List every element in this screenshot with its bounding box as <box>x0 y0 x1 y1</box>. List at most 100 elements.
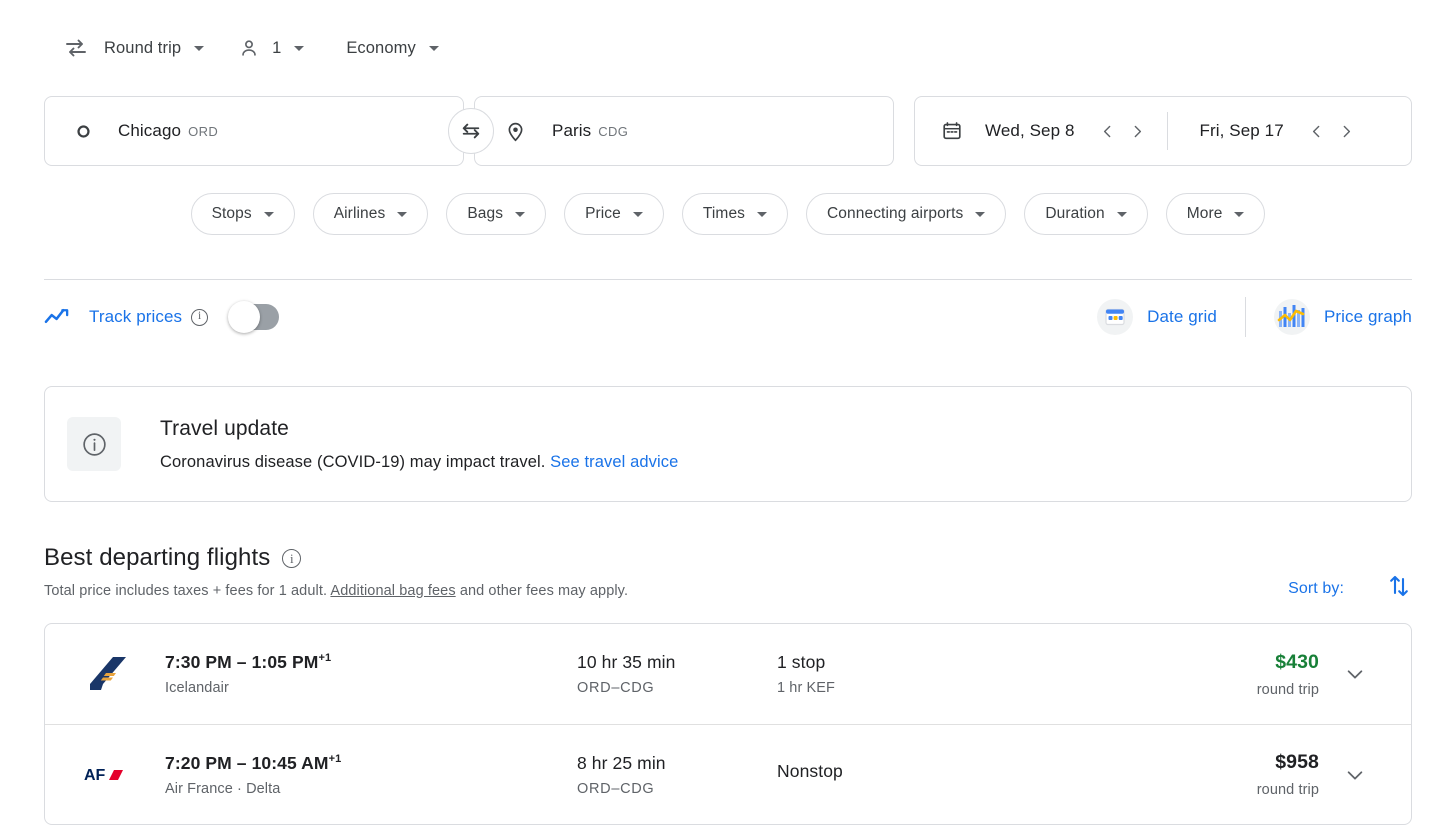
date-grid-button[interactable]: Date grid <box>1097 299 1217 335</box>
circle-origin-icon <box>75 123 92 140</box>
sort-by-label: Sort by: <box>1288 579 1344 597</box>
subtitle-prefix: Total price includes taxes + fees for 1 … <box>44 583 328 599</box>
filter-chip-more[interactable]: More <box>1165 193 1266 235</box>
places-group: Chicago ORD Paris CDG <box>44 96 894 166</box>
chevron-down-icon <box>757 211 768 217</box>
air-france-logo: AF <box>81 763 137 787</box>
trip-type-selector[interactable]: Round trip <box>56 29 212 67</box>
trip-options-bar: Round trip 1 Economy <box>44 0 1412 96</box>
depart-date-nav <box>1093 116 1153 146</box>
flight-stops-column: 1 stop 1 hr KEF <box>777 652 1179 696</box>
info-icon[interactable]: i <box>282 548 302 568</box>
flight-stops: Nonstop <box>777 760 843 781</box>
filter-chips: Stops Airlines Bags Price Times Connecti… <box>44 193 1412 235</box>
depart-date-field[interactable]: Wed, Sep 8 <box>915 97 1159 165</box>
price-graph-button[interactable]: Price graph <box>1273 299 1412 335</box>
return-date-nav <box>1302 116 1362 146</box>
chevron-down-icon <box>975 211 986 217</box>
filter-chip-bags[interactable]: Bags <box>446 193 547 235</box>
additional-bag-fees-link[interactable]: Additional bag fees <box>330 583 455 599</box>
see-travel-advice-link[interactable]: See travel advice <box>550 453 678 471</box>
best-departing-heading-group: Best departing flights i Total price inc… <box>44 544 628 599</box>
chip-label: Airlines <box>333 205 386 222</box>
flight-price-column: $430 round trip <box>1179 651 1319 698</box>
flight-duration: 10 hr 35 min <box>577 652 676 672</box>
return-date-field[interactable]: Fri, Sep 17 <box>1172 97 1368 165</box>
day-offset: +1 <box>318 652 332 665</box>
icelandair-logo <box>81 654 137 694</box>
flight-route: ORD–CDG <box>577 780 655 797</box>
passengers-selector[interactable]: 1 <box>230 29 312 67</box>
info-outline-icon <box>67 417 121 471</box>
chip-label: Price <box>585 205 621 222</box>
trip-type-label: Round trip <box>104 38 182 57</box>
toggle-knob <box>228 301 261 333</box>
chip-label: Stops <box>211 205 252 222</box>
best-departing-title: Best departing flights <box>44 544 271 571</box>
day-offset: +1 <box>328 752 342 765</box>
price-graph-icon <box>1273 299 1310 335</box>
swap-horizontal-icon <box>64 36 88 60</box>
flight-price-note: round trip <box>1256 782 1319 798</box>
flight-time-column: 7:20 PM – 10:45 AM+1 Air France · Delta <box>137 753 577 797</box>
track-prices-group: Track prices i <box>44 301 280 333</box>
cabin-class-selector[interactable]: Economy <box>338 29 446 67</box>
destination-code: CDG <box>598 123 629 139</box>
swap-arrows-icon <box>460 120 482 142</box>
page-title: Best departing flights i <box>44 544 628 572</box>
destination-input[interactable]: Paris CDG <box>474 96 894 166</box>
cabin-class-label: Economy <box>346 38 416 57</box>
flight-price: $430 <box>1275 650 1319 673</box>
best-departing-subtitle: Total price includes taxes + fees for 1 … <box>44 583 628 599</box>
filter-chip-airlines[interactable]: Airlines <box>312 193 429 235</box>
svg-text:AF: AF <box>84 767 106 784</box>
filter-chip-duration[interactable]: Duration <box>1024 193 1148 235</box>
flight-times: 7:30 PM – 1:05 PM+1 <box>165 652 577 673</box>
track-prices-toggle[interactable] <box>228 301 280 333</box>
origin-code: ORD <box>188 123 219 139</box>
trend-line-icon <box>44 307 71 327</box>
return-prev-day-button[interactable] <box>1302 116 1332 146</box>
origin-input[interactable]: Chicago ORD <box>44 96 464 166</box>
sort-by-button[interactable]: Sort by: <box>1288 572 1412 605</box>
passenger-count: 1 <box>272 38 282 57</box>
airline-name: Air France · Delta <box>165 780 281 797</box>
flight-times: 7:20 PM – 10:45 AM+1 <box>165 753 577 774</box>
expand-flight-button[interactable] <box>1319 764 1391 786</box>
chevron-down-icon <box>1116 211 1127 217</box>
swap-airports-button[interactable] <box>448 108 494 154</box>
travel-update-message: Coronavirus disease (COVID-19) may impac… <box>160 452 546 471</box>
expand-flight-button[interactable] <box>1319 663 1391 685</box>
chip-label: Times <box>702 205 746 222</box>
return-date-value: Fri, Sep 17 <box>1199 121 1284 140</box>
date-grid-icon <box>1097 299 1134 335</box>
calendar-icon <box>941 120 963 142</box>
chevron-down-icon <box>294 45 305 51</box>
filter-chip-price[interactable]: Price <box>564 193 664 235</box>
depart-next-day-button[interactable] <box>1123 116 1153 146</box>
info-icon[interactable]: i <box>191 308 209 326</box>
price-graph-label: Price graph <box>1323 307 1412 326</box>
tools-row: Track prices i Date grid Price graph <box>44 280 1412 354</box>
table-row[interactable]: AF 7:20 PM – 10:45 AM+1 Air France · Del… <box>45 724 1411 824</box>
airline-name: Icelandair <box>165 680 229 696</box>
filter-chip-stops[interactable]: Stops <box>190 193 295 235</box>
chevron-down-icon <box>397 211 408 217</box>
chip-label: Duration <box>1045 205 1105 222</box>
depart-prev-day-button[interactable] <box>1093 116 1123 146</box>
track-prices-label: Track prices <box>89 307 183 326</box>
view-tools: Date grid Price graph <box>1097 297 1412 337</box>
chevron-down-icon <box>632 211 643 217</box>
flight-price: $958 <box>1275 751 1319 773</box>
table-row[interactable]: 7:30 PM – 1:05 PM+1 Icelandair 10 hr 35 … <box>45 624 1411 724</box>
chip-label: More <box>1186 205 1223 222</box>
flight-duration: 8 hr 25 min <box>577 752 666 773</box>
filter-chip-connecting-airports[interactable]: Connecting airports <box>806 193 1007 235</box>
origin-city: Chicago <box>118 121 182 140</box>
flight-duration-column: 8 hr 25 min ORD–CDG <box>577 753 777 797</box>
return-next-day-button[interactable] <box>1332 116 1362 146</box>
depart-date-value: Wed, Sep 8 <box>985 121 1075 140</box>
flight-stops-column: Nonstop <box>777 761 1179 789</box>
filter-chip-times[interactable]: Times <box>681 193 789 235</box>
chevron-down-icon <box>1234 211 1245 217</box>
